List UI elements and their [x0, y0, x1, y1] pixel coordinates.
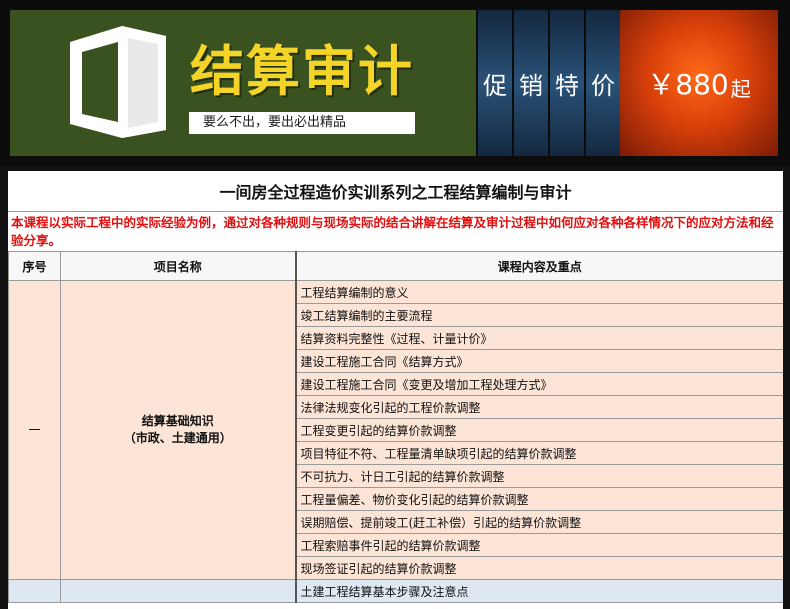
course-item: 现场签证引起的结算价款调整 [294, 556, 783, 580]
course-item: 法律法规变化引起的工程价款调整 [294, 395, 783, 419]
promo-label: 促 销 特 价 [478, 10, 620, 156]
price-suffix: 起 [730, 76, 751, 101]
promo-banner[interactable]: 结算审计 要么不出，要出必出精品 促 销 特 价 ￥880 起 [0, 0, 790, 166]
course-intro: 本课程以实际工程中的实际经验为例，通过对各种规则与现场实际的结合讲解在结算及审计… [11, 215, 774, 248]
section-name: 结算基础知识 （市政、土建通用） [60, 280, 296, 580]
course-item: 项目特征不符、工程量清单缺项引起的结算价款调整 [294, 441, 783, 465]
course-item: 工程结算编制的意义 [294, 280, 783, 304]
promo-char: 价 [586, 10, 620, 156]
course-item: 工程量偏差、物价变化引起的结算价款调整 [294, 487, 783, 511]
price-value: ￥880 [647, 68, 729, 101]
column-header-seq: 序号 [8, 251, 61, 281]
section-name-line: 结算基础知识 [141, 414, 214, 428]
course-item: 工程变更引起的结算价款调整 [294, 418, 783, 442]
table-row: 土建工程结算基本步骤及注意点 [8, 579, 783, 603]
course-item: 建设工程施工合同《变更及增加工程处理方式》 [294, 372, 783, 396]
section-seq: 一 [8, 280, 61, 580]
promo-char: 促 [478, 10, 512, 156]
section-seq [8, 579, 61, 603]
course-item: 建设工程施工合同《结算方式》 [294, 349, 783, 373]
course-sheet: 一间房全过程造价实训系列之工程结算编制与审计 本课程以实际工程中的实际经验为例，… [8, 171, 783, 609]
course-table: 序号 项目名称 课程内容及重点 一 结算基础知识 （市政、土建通用） 工程结算编… [8, 251, 783, 603]
banner-title: 结算审计 [190, 40, 414, 103]
price-badge: ￥880 起 [620, 10, 778, 156]
section-name-line: （市政、土建通用） [123, 431, 232, 445]
promo-char: 销 [514, 10, 548, 156]
document-title: 一间房全过程造价实训系列之工程结算编制与审计 [8, 171, 783, 212]
page: 结算审计 要么不出，要出必出精品 促 销 特 价 ￥880 起 一间房全过程造价… [0, 0, 790, 609]
banner-slogan: 要么不出，要出必出精品 [189, 112, 415, 134]
door-icon [68, 24, 168, 140]
table-header-row: 序号 项目名称 课程内容及重点 [8, 251, 783, 281]
course-item: 不可抗力、计日工引起的结算价款调整 [294, 464, 783, 488]
course-item: 竣工结算编制的主要流程 [294, 303, 783, 327]
section-name [60, 579, 296, 603]
table-row: 一 结算基础知识 （市政、土建通用） 工程结算编制的意义 [8, 280, 783, 580]
course-item: 土建工程结算基本步骤及注意点 [294, 579, 783, 603]
course-item: 工程索赔事件引起的结算价款调整 [294, 533, 783, 557]
column-header-name: 项目名称 [60, 251, 296, 281]
course-item: 误期赔偿、提前竣工(赶工补偿）引起的结算价款调整 [294, 510, 783, 534]
course-item: 结算资料完整性《过程、计量计价》 [294, 326, 783, 350]
banner-title-panel: 结算审计 要么不出，要出必出精品 [10, 10, 476, 156]
promo-char: 特 [550, 10, 584, 156]
column-header-content: 课程内容及重点 [294, 251, 783, 281]
